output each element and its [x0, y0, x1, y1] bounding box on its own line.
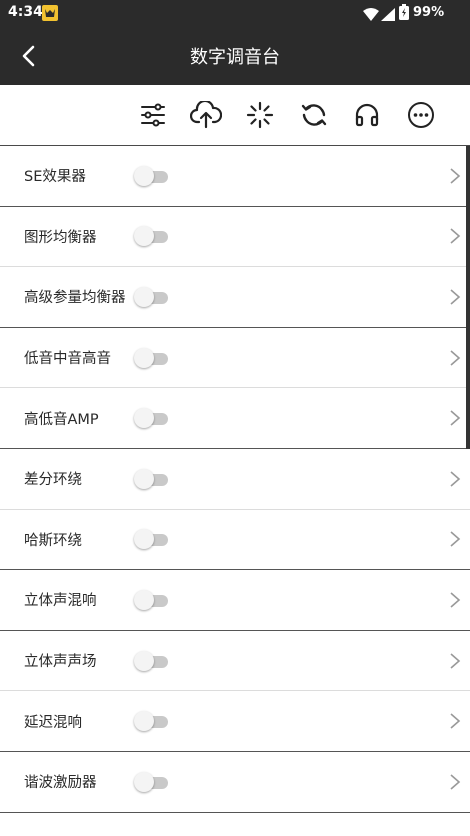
battery-icon — [399, 4, 409, 24]
list-item-label: 差分环绕 — [24, 472, 82, 489]
list-item-graphic-eq[interactable]: 图形均衡器 — [0, 207, 470, 268]
list-item-harmonic-exciter[interactable]: 谐波激励器 — [0, 752, 470, 813]
list-item-label: 哈斯环绕 — [24, 532, 82, 549]
list-item-label: 图形均衡器 — [24, 229, 97, 246]
list-item-label: SE效果器 — [24, 169, 86, 186]
chevron-right-icon — [450, 652, 461, 669]
headphones-button[interactable] — [351, 99, 383, 131]
list-item-label: 高低音AMP — [24, 411, 99, 428]
list-item-delay-reverb[interactable]: 延迟混响 — [0, 691, 470, 752]
chevron-right-icon — [450, 713, 461, 729]
app-notification-icon — [42, 5, 58, 21]
toggle-switch[interactable] — [134, 710, 168, 732]
chevron-right-icon — [450, 168, 461, 184]
list-item-bass-treble-amp[interactable]: 高低音AMP — [0, 388, 470, 449]
refresh-icon — [301, 104, 327, 126]
status-bar: 4:34 99% — [0, 0, 470, 26]
chevron-right-icon — [450, 289, 461, 305]
chevron-right-icon — [450, 592, 461, 608]
list-item-label: 高级参量均衡器 — [24, 290, 126, 307]
list-item-stereo-field[interactable]: 立体声声场 — [0, 631, 470, 692]
signal-icon — [381, 6, 395, 25]
more-options-icon — [408, 102, 434, 128]
toggle-switch[interactable] — [134, 347, 168, 369]
app-bar: 数字调音台 — [0, 26, 470, 85]
toggle-switch[interactable] — [134, 528, 168, 550]
list-item-haas-surround[interactable]: 哈斯环绕 — [0, 510, 470, 571]
loading-spinner-icon — [246, 101, 274, 129]
toggle-switch[interactable] — [134, 407, 168, 429]
list-item-differential-surround[interactable]: 差分环绕 — [0, 449, 470, 510]
scrollbar[interactable] — [466, 146, 470, 449]
more-options-button[interactable] — [405, 99, 437, 131]
list-item-label: 立体声声场 — [24, 654, 97, 671]
list-item-stereo-reverb[interactable]: 立体声混响 — [0, 570, 470, 631]
toolbar — [0, 85, 470, 146]
cloud-upload-icon — [190, 101, 222, 129]
cloud-upload-button[interactable] — [190, 99, 222, 131]
battery-percent: 99% — [413, 5, 445, 20]
toggle-switch[interactable] — [134, 225, 168, 247]
toggle-switch[interactable] — [134, 286, 168, 308]
refresh-button[interactable] — [298, 99, 330, 131]
list-item-label: 立体声混响 — [24, 593, 97, 610]
sliders-icon — [141, 103, 165, 127]
toggle-switch[interactable] — [134, 650, 168, 672]
effects-list: SE效果器 图形均衡器 高级参量均衡器 低音中音高音 高低音AMP 差分环绕 哈… — [0, 146, 470, 836]
toggle-switch[interactable] — [134, 468, 168, 490]
toggle-switch[interactable] — [134, 165, 168, 187]
list-item-label: 谐波激励器 — [24, 775, 97, 792]
list-item-bass-mid-treble[interactable]: 低音中音高音 — [0, 328, 470, 389]
list-item-label: 延迟混响 — [24, 714, 82, 731]
wifi-icon — [363, 6, 379, 25]
headphones-icon — [355, 103, 379, 127]
status-time: 4:34 — [8, 4, 43, 20]
list-item-label: 低音中音高音 — [24, 351, 111, 368]
loading-button[interactable] — [244, 99, 276, 131]
page-title: 数字调音台 — [190, 47, 280, 68]
list-item-se-effect[interactable]: SE效果器 — [0, 146, 470, 207]
chevron-right-icon — [450, 410, 461, 426]
chevron-right-icon — [450, 228, 461, 244]
chevron-right-icon — [450, 531, 461, 547]
toggle-switch[interactable] — [134, 589, 168, 611]
equalizer-settings-button[interactable] — [137, 99, 169, 131]
list-item-parametric-eq[interactable]: 高级参量均衡器 — [0, 267, 470, 328]
toggle-switch[interactable] — [134, 771, 168, 793]
chevron-right-icon — [450, 774, 461, 790]
chevron-right-icon — [450, 471, 461, 487]
chevron-right-icon — [450, 349, 461, 366]
